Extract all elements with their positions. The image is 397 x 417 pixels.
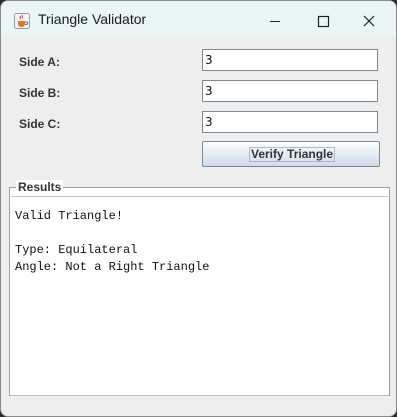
title-bar[interactable]: Triangle Validator xyxy=(1,1,396,37)
result-line-angle: Angle: Not a Right Triangle xyxy=(15,260,210,274)
side-b-input[interactable]: 3 xyxy=(202,80,378,102)
result-line-validity: Valid Triangle! xyxy=(15,209,124,223)
side-c-input[interactable]: 3 xyxy=(202,111,378,133)
close-icon xyxy=(363,15,375,27)
verify-triangle-button[interactable]: Verify Triangle xyxy=(202,141,380,167)
results-title: Results xyxy=(16,180,64,194)
form-panel: Side A: 3 Side B: 3 Side C: 3 Verify Tri… xyxy=(1,37,396,416)
verify-button-label: Verify Triangle xyxy=(249,147,336,162)
close-button[interactable] xyxy=(346,1,392,37)
minimize-icon xyxy=(270,21,280,22)
side-c-label: Side C: xyxy=(19,117,61,131)
side-b-label: Side B: xyxy=(19,86,61,100)
maximize-button[interactable] xyxy=(299,1,345,37)
results-text-area[interactable]: Valid Triangle! Type: Equilateral Angle:… xyxy=(11,196,388,396)
window-title: Triangle Validator xyxy=(38,11,147,27)
side-a-input[interactable]: 3 xyxy=(202,49,378,71)
side-a-label: Side A: xyxy=(19,55,60,69)
minimize-button[interactable] xyxy=(252,1,298,37)
java-cup-icon xyxy=(14,13,30,29)
results-panel: Results Valid Triangle! Type: Equilatera… xyxy=(9,180,390,396)
result-line-type: Type: Equilateral xyxy=(15,243,138,257)
app-window: Triangle Validator Side A: 3 Side B: 3 S… xyxy=(0,0,397,417)
maximize-icon xyxy=(317,15,330,28)
